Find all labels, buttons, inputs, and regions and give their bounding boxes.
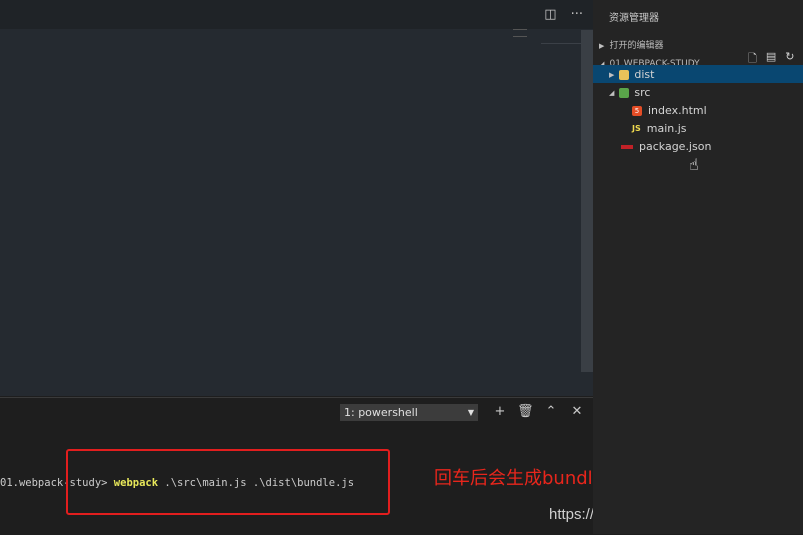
tree-item-label: dist — [634, 68, 655, 81]
trash-icon: 🗑 — [517, 404, 534, 419]
tree-item-package-json[interactable]: package.json — [621, 140, 711, 153]
maximize-panel-button[interactable]: ⌃ — [543, 403, 559, 421]
close-icon: ✕ — [571, 404, 583, 419]
folder-src-icon — [619, 87, 630, 98]
tree-item-dist-content: ▶ dist — [609, 68, 654, 81]
tree-item-main-js[interactable]: JS main.js — [632, 122, 687, 135]
folder-icon — [619, 69, 630, 80]
more-actions-icon[interactable]: ··· — [571, 7, 583, 22]
split-editor-icon[interactable]: ◫ — [544, 7, 556, 22]
editor-scrollbar[interactable] — [581, 30, 593, 372]
kill-terminal-button[interactable]: 🗑 — [517, 403, 534, 421]
html-file-icon: 5 — [632, 105, 642, 116]
chevron-down-icon: ◢ — [609, 88, 615, 97]
minimap-line — [541, 43, 581, 44]
terminal-select-label: 1: powershell — [344, 406, 418, 419]
terminal-select[interactable]: 1: powershell ▼ — [340, 404, 478, 421]
explorer-title: 资源管理器 — [609, 13, 659, 24]
close-panel-button[interactable]: ✕ — [569, 403, 585, 421]
npm-file-icon — [621, 144, 633, 149]
minimap-mark — [513, 29, 527, 37]
tree-item-label: src — [634, 86, 651, 99]
red-highlight-box — [66, 449, 390, 515]
chevron-right-icon: ▶ — [599, 42, 605, 50]
tree-item-label: index.html — [648, 104, 707, 117]
annotation-text: 回车后会生成bundle — [434, 468, 604, 489]
editor-actions: ◫ ··· — [544, 7, 583, 22]
open-editors-label: 打开的编辑器 — [609, 41, 664, 51]
tree-item-label: package.json — [639, 140, 712, 153]
open-editors-section[interactable]: ▶ 打开的编辑器 — [599, 33, 664, 52]
tree-item-index-html[interactable]: 5 index.html — [632, 104, 707, 117]
tree-item-label: main.js — [646, 122, 687, 135]
chevron-up-icon: ⌃ — [545, 404, 557, 419]
tree-item-src[interactable]: ◢ src — [609, 86, 650, 99]
plus-icon: + — [494, 404, 506, 419]
hand-cursor-icon: ☝ — [689, 155, 699, 174]
editor-area[interactable] — [0, 0, 593, 396]
chevron-down-icon: ▼ — [467, 408, 474, 417]
new-terminal-button[interactable]: + — [492, 403, 508, 421]
js-file-icon: JS — [632, 124, 641, 133]
chevron-right-icon: ▶ — [609, 70, 615, 79]
editor-tab-bar: ◫ ··· — [0, 0, 593, 29]
